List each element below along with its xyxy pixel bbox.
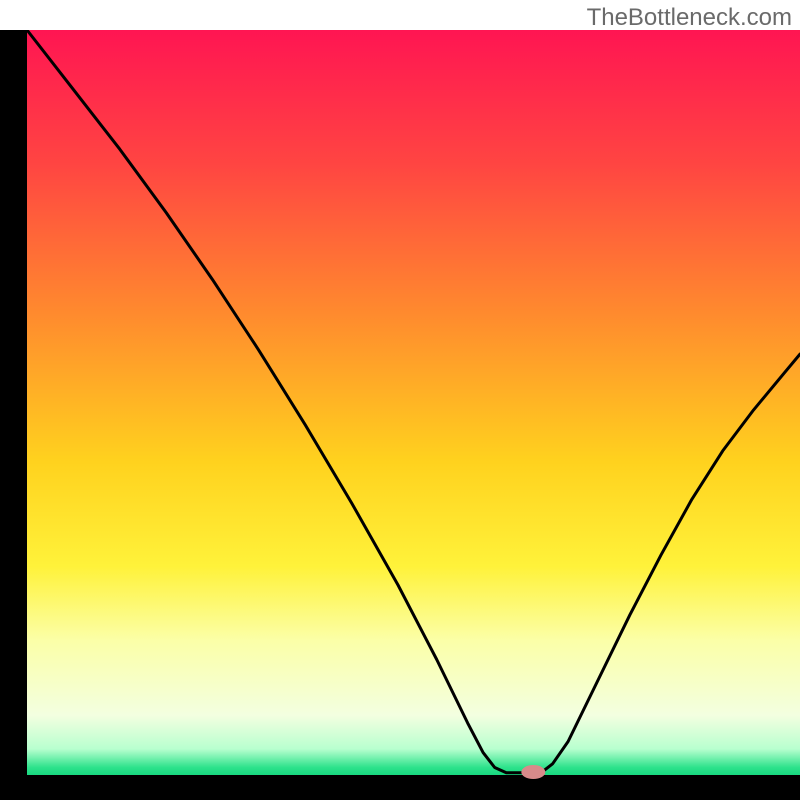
watermark-label: TheBottleneck.com: [587, 4, 792, 32]
chart-container: TheBottleneck.com: [0, 0, 800, 800]
optimal-point-marker: [521, 765, 545, 779]
plot-background: [27, 30, 800, 775]
bottleneck-chart: [0, 0, 800, 800]
